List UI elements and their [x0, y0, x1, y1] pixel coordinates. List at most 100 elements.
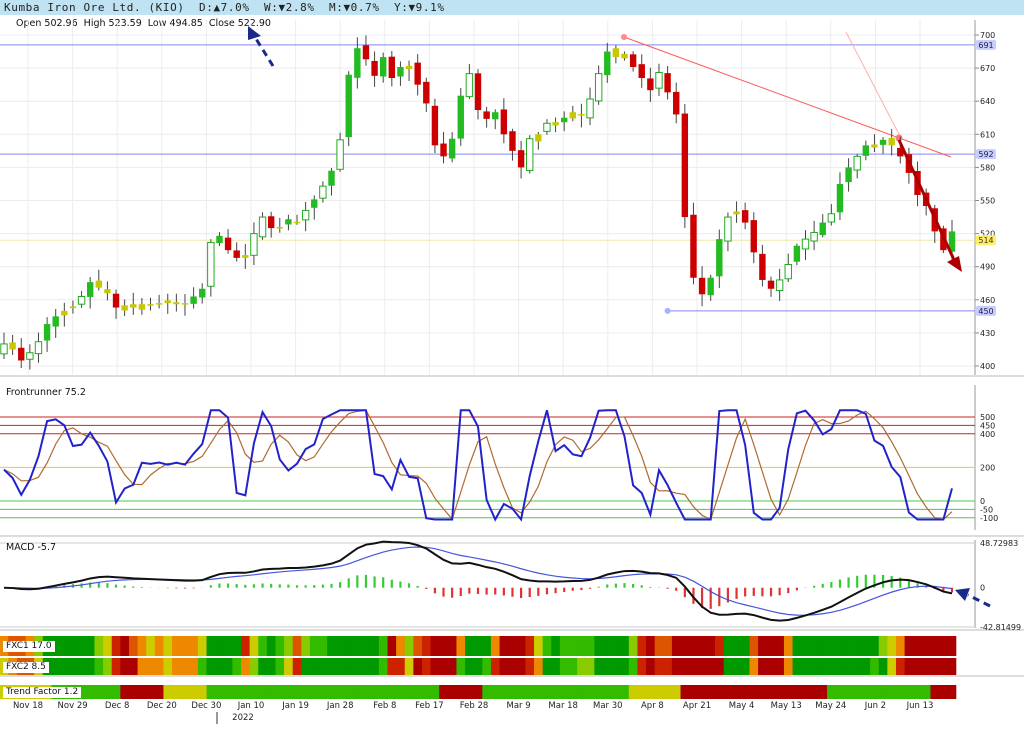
fxc2-heat-cell: [318, 658, 328, 675]
fxc2-heat-cell: [241, 658, 251, 675]
macd-line: [3, 540, 953, 622]
candle-body: [775, 279, 784, 292]
fxc2-heat-cell: [60, 658, 70, 675]
fxc1-heat-cell: [921, 636, 932, 656]
candle-body: [681, 113, 689, 218]
trend-factor-cell: [577, 685, 630, 699]
candle-body: [862, 145, 870, 156]
fxc2-heat-cell: [292, 658, 302, 675]
frontrunner-line: [3, 409, 953, 522]
candle-body: [216, 235, 223, 244]
fxc1-heat-cell: [895, 636, 906, 656]
fxc1-heat-cell: [215, 636, 225, 656]
fxc2-heat-cell: [689, 658, 699, 675]
fxc2-heat-cell: [706, 658, 716, 675]
candle-body: [138, 304, 146, 310]
fxc2-label: FXC2 8.5: [3, 662, 49, 673]
candle-body: [199, 288, 206, 298]
x-tick-label: Apr 21: [683, 701, 711, 711]
candle-body: [586, 98, 594, 119]
candle-body: [629, 54, 637, 67]
trend-factor-cell: [542, 685, 578, 699]
x-tick-label: Mar 18: [548, 701, 578, 711]
x-tick-label: May 4: [729, 701, 755, 711]
candle-body: [267, 216, 275, 229]
fxc2-heat-cell: [499, 658, 509, 675]
fxc2-heat-cell: [344, 658, 354, 675]
candle-body: [405, 65, 413, 69]
candle-body: [500, 109, 508, 135]
candle-body: [69, 306, 77, 309]
x-tick-label: Feb 28: [460, 701, 489, 711]
fxc1-heat-cell: [913, 636, 923, 656]
candle-body: [250, 233, 258, 256]
candle-body: [293, 221, 301, 224]
macd-label: MACD -5.7: [6, 542, 57, 553]
fxc2-heat-cell: [266, 658, 277, 675]
fxc2-heat-cell: [146, 658, 156, 675]
candle-body: [810, 231, 818, 242]
fxc2-heat-cell: [809, 658, 820, 675]
fxc1-heat-cell: [172, 636, 182, 656]
fxc2-heat-cell: [818, 658, 828, 675]
fxc1-heat-cell: [697, 636, 707, 656]
candle-body: [448, 138, 456, 159]
fxc2-heat-cell: [189, 658, 199, 675]
price-tick-label: 460: [980, 296, 995, 305]
trend-factor-cell: [301, 685, 354, 699]
trend-factor-cell: [482, 685, 544, 699]
fxc2-heat-cell: [758, 658, 768, 675]
fxc1-heat-cell: [611, 636, 621, 656]
fxc1-heat-cell: [85, 636, 96, 656]
macd-tick-label: 0: [980, 584, 985, 593]
candle-body: [871, 144, 878, 148]
fxc1-heat-cell: [766, 636, 776, 656]
fxc1-heat-cell: [680, 636, 690, 656]
fxc2-heat-cell: [628, 658, 639, 675]
fxc1-heat-cell: [301, 636, 311, 656]
fxc2-heat-cell: [309, 658, 320, 675]
candle-body: [535, 134, 542, 142]
candle-body: [112, 293, 120, 308]
candle-body: [276, 226, 283, 229]
fxc1-heat-cell: [318, 636, 328, 656]
fxc1-heat-cell: [844, 636, 854, 656]
fxc2-heat-cell: [766, 658, 776, 675]
fxc1-heat-cell: [870, 636, 880, 656]
candle-body: [733, 211, 740, 215]
frontrunner-tick-label: 200: [980, 463, 995, 472]
fxc1-label: FXC1 17.0: [3, 641, 55, 652]
fxc1-heat-cell: [439, 636, 449, 656]
fxc1-heat-cell: [827, 636, 837, 656]
fxc2-heat-cell: [154, 658, 165, 675]
fxc2-heat-cell: [732, 658, 742, 675]
fxc1-heat-cell: [180, 636, 190, 656]
candle-body: [311, 199, 318, 208]
fxc2-heat-cell: [335, 658, 346, 675]
candle-body: [543, 122, 551, 132]
level-tag-label: 450: [978, 307, 993, 316]
fxc1-heat-cell: [327, 636, 337, 656]
candle-body: [440, 143, 447, 157]
candle-body: [457, 95, 464, 139]
candle-body: [207, 241, 215, 287]
candle-body: [552, 122, 559, 126]
candle-body: [397, 66, 404, 77]
candle-body: [638, 64, 645, 79]
fxc1-heat-cell: [878, 636, 888, 656]
fxc1-heat-cell: [628, 636, 639, 656]
fxc1-heat-cell: [111, 636, 121, 656]
fxc1-heat-cell: [77, 636, 87, 656]
candle-body: [517, 150, 525, 168]
level-anchor-dot: [664, 307, 671, 314]
fxc1-heat-cell: [559, 636, 570, 656]
fxc1-heat-cell: [473, 636, 483, 656]
candle-body: [845, 167, 852, 183]
fxc1-heat-cell: [508, 636, 518, 656]
fxc1-heat-cell: [783, 636, 794, 656]
candle-body: [431, 105, 439, 146]
year-label: 2022: [232, 713, 254, 723]
fxc2-heat-cell: [559, 658, 570, 675]
candle-body: [819, 222, 826, 236]
candle-body: [104, 289, 111, 294]
